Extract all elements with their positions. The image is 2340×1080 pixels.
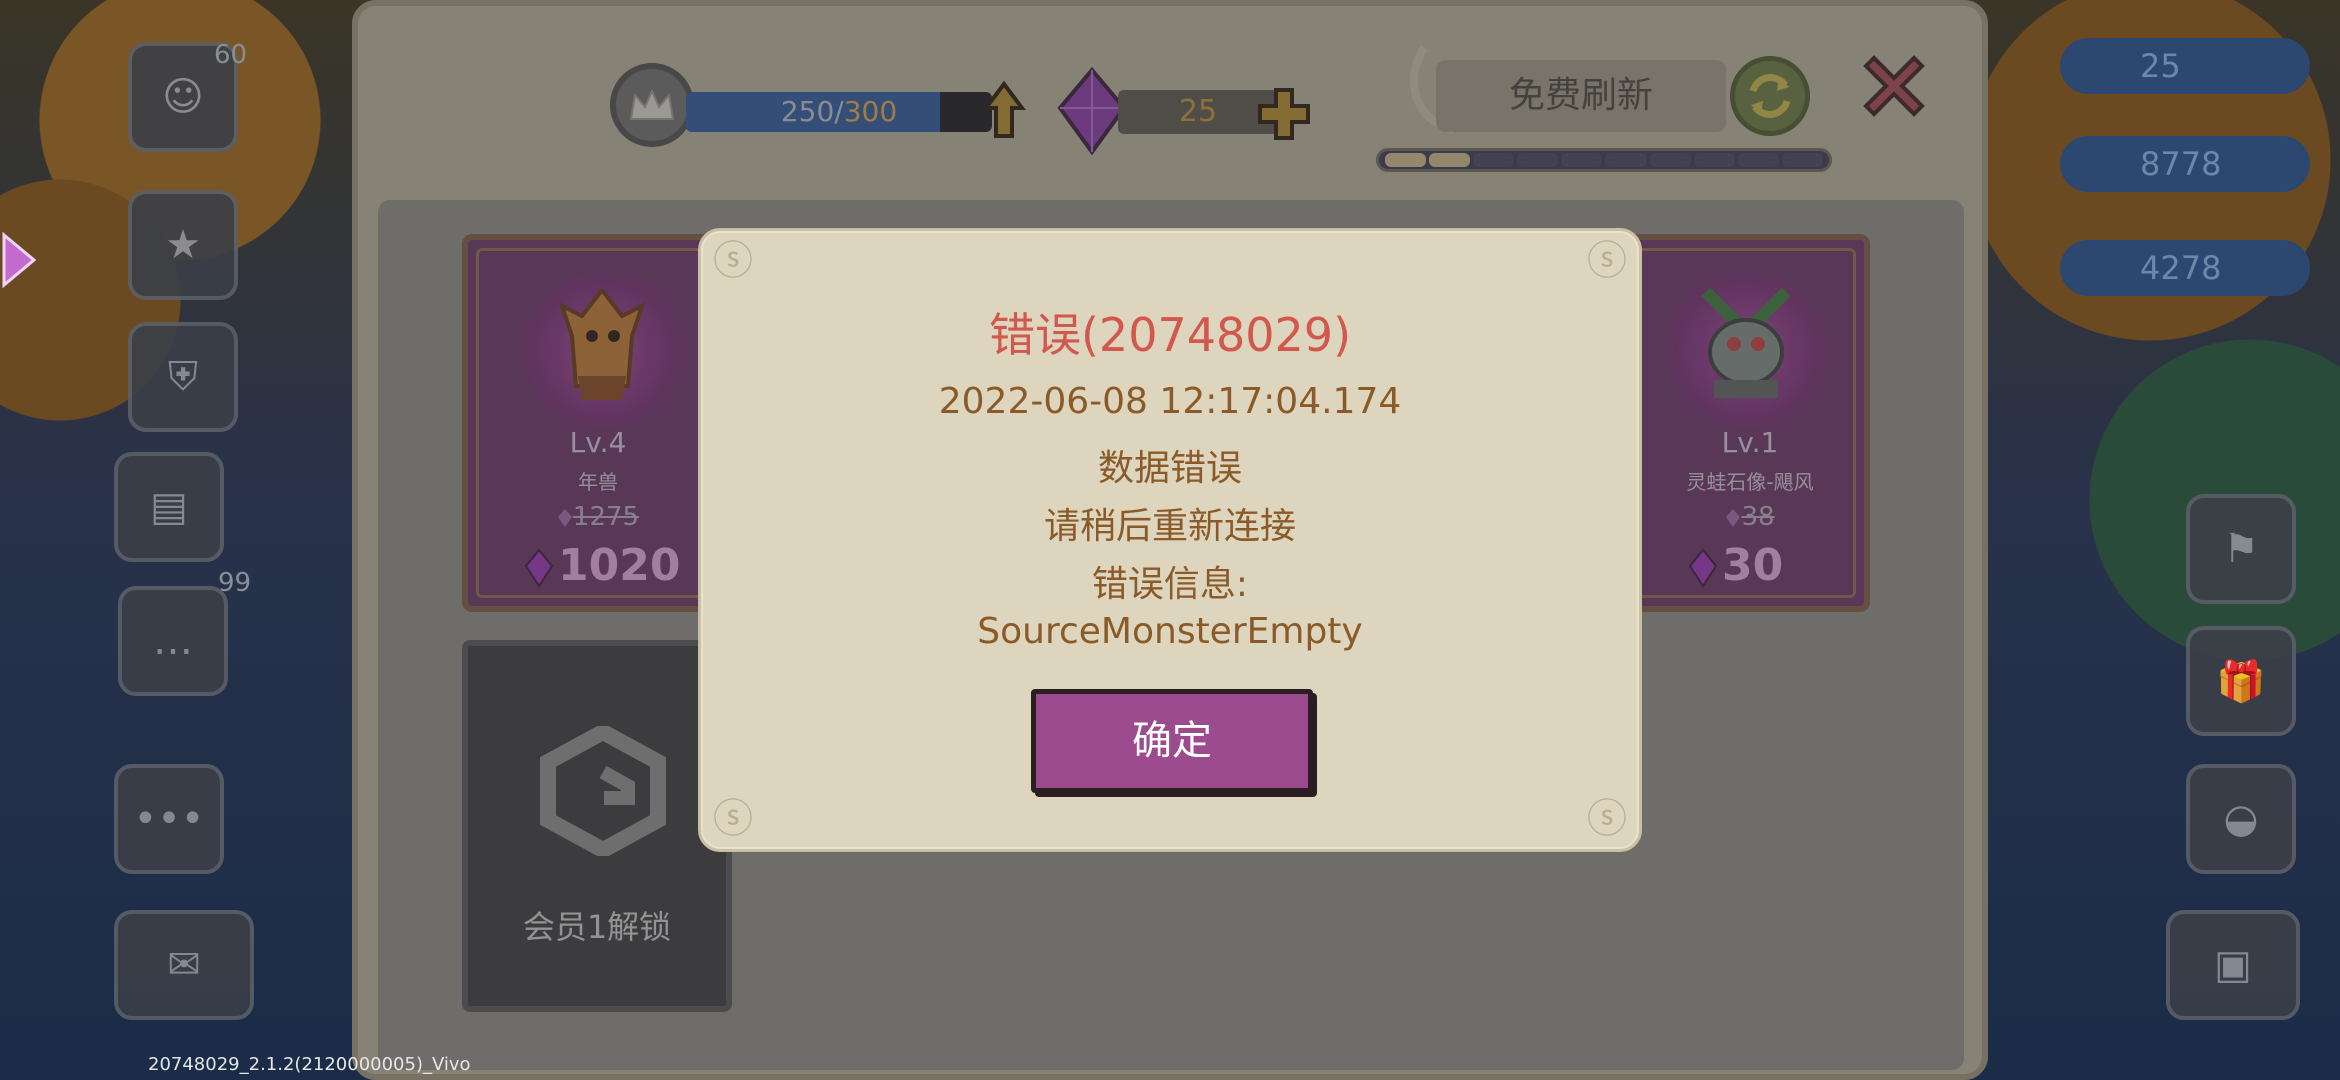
bg-egg-button[interactable]: ◒: [2186, 764, 2296, 874]
bg-star-icon: ★: [165, 222, 201, 268]
level-up-arrow-icon[interactable]: [982, 80, 1026, 140]
bg-knight-button[interactable]: ⛨: [128, 322, 238, 432]
bg-more-icon: •••: [133, 796, 205, 842]
free-refresh-label[interactable]: 免费刷新: [1436, 60, 1726, 132]
bg-gift-icon: 🎁: [2216, 658, 2266, 705]
dialog-error-source: SourceMonsterEmpty: [977, 611, 1363, 652]
refresh-progress-segment: [1385, 153, 1427, 167]
build-info: 20748029_2.1.2(2120000005)_Vivo: [148, 1054, 471, 1075]
refresh-button[interactable]: [1730, 56, 1810, 136]
shop-card-frog-statue[interactable]: Lv.1 灵蛙石像-飓风 38 30: [1620, 234, 1870, 612]
bg-gem-counter: 25: [2060, 38, 2310, 94]
bg-banner-button[interactable]: ⚑: [2186, 494, 2296, 604]
bg-chat-button[interactable]: …: [118, 586, 228, 696]
bg-badge-count: 60: [214, 40, 248, 70]
refresh-progress-segment: [1605, 153, 1647, 167]
card-old-price: 38: [1650, 502, 1850, 532]
error-dialog: ⓢ ⓢ ⓢ ⓢ 错误(20748029) 2022-06-08 12:17:04…: [698, 228, 1642, 852]
frog-statue-icon: [1701, 287, 1791, 398]
dialog-timestamp: 2022-06-08 12:17:04.174: [938, 381, 1402, 422]
xp-progress-bar: 250/300: [686, 92, 992, 132]
card-old-price: 1275: [498, 502, 698, 532]
xp-progress-text: 250/300: [686, 92, 992, 132]
dialog-error-info-label: 错误信息:: [1091, 564, 1249, 605]
card-level: Lv.4: [569, 426, 627, 459]
refresh-progress-segment: [1649, 153, 1691, 167]
dialog-reconnect-message: 请稍后重新连接: [1043, 506, 1296, 547]
dialog-data-error: 数据错误: [1097, 448, 1242, 489]
bg-egg-icon: ◒: [2223, 796, 2259, 842]
corner-ornament-icon: ⓢ: [1587, 238, 1627, 284]
card-price-value: 1020: [558, 540, 681, 591]
card-level: Lv.1: [1721, 426, 1779, 459]
bg-gift-button[interactable]: 🎁: [2186, 626, 2296, 736]
refresh-icon: [1749, 74, 1791, 118]
card-old-price-value: 38: [1741, 502, 1775, 532]
bg-stone-counter: 4278: [2060, 240, 2310, 296]
card-old-price-value: 1275: [572, 502, 640, 532]
bg-book-icon: ▤: [150, 484, 188, 530]
edge-arrow-icon[interactable]: [0, 225, 40, 295]
bg-more-button[interactable]: •••: [114, 764, 224, 874]
gem-count: 25: [1118, 90, 1278, 134]
bg-book-button[interactable]: ▤: [114, 452, 224, 562]
bg-map-button[interactable]: ✉: [114, 910, 254, 1020]
refresh-progress-segment: [1517, 153, 1559, 167]
refresh-progress-segment: [1429, 153, 1471, 167]
xp-max: 300: [843, 95, 898, 128]
card-price: 30: [1688, 540, 1783, 591]
add-gems-plus-icon[interactable]: [1256, 86, 1312, 142]
bg-stone-counter-value: 4278: [2140, 249, 2222, 287]
bg-star-button[interactable]: ★: [128, 190, 238, 300]
gem-icon: [557, 508, 572, 527]
bg-chest-button[interactable]: ▣: [2166, 910, 2300, 1020]
refresh-progress-segment: [1781, 153, 1823, 167]
game-logo-icon: [540, 726, 666, 856]
gem-icon: [524, 548, 554, 588]
refresh-progress-segment: [1737, 153, 1779, 167]
dialog-title: 错误(20748029): [988, 308, 1352, 362]
shop-card-nian[interactable]: Lv.4 年兽 1275 1020: [462, 234, 732, 612]
bg-helmet-icon: ⛨: [168, 354, 198, 400]
gem-icon: [1688, 548, 1718, 588]
xp-current: 250: [780, 95, 835, 128]
locked-slot-label: 会员1解锁: [522, 908, 672, 946]
bg-chest-icon: ▣: [2214, 942, 2252, 988]
refresh-progress-segment: [1561, 153, 1603, 167]
crown-level-icon: [610, 63, 694, 147]
bg-coin-counter-value: 8778: [2140, 145, 2222, 183]
bg-map-icon: ✉: [167, 942, 201, 988]
bg-banner-icon: ⚑: [2223, 526, 2259, 572]
card-name: 灵蛙石像-飓风: [1686, 470, 1814, 494]
refresh-progress-segment: [1693, 153, 1735, 167]
corner-ornament-icon: ⓢ: [1587, 796, 1627, 842]
card-price: 1020: [524, 540, 680, 591]
bg-gem-counter-value: 25: [2140, 47, 2181, 85]
corner-ornament-icon: ⓢ: [713, 796, 753, 842]
card-name: 年兽: [578, 470, 618, 494]
bg-avatar-icon: ☺: [162, 74, 204, 120]
card-price-value: 30: [1722, 540, 1784, 591]
nian-monster-icon: [558, 286, 646, 400]
confirm-button[interactable]: 确定: [1031, 689, 1313, 793]
close-icon[interactable]: [1856, 48, 1932, 124]
refresh-progress-segment: [1473, 153, 1515, 167]
xp-separator: /: [834, 95, 844, 128]
locked-slot-card[interactable]: 会员1解锁: [462, 640, 732, 1012]
corner-ornament-icon: ⓢ: [713, 238, 753, 284]
bg-coin-counter: 8778: [2060, 136, 2310, 192]
bg-chat-icon: …: [153, 618, 193, 664]
refresh-progress-bar: [1376, 148, 1832, 172]
gem-icon: [1726, 508, 1741, 527]
